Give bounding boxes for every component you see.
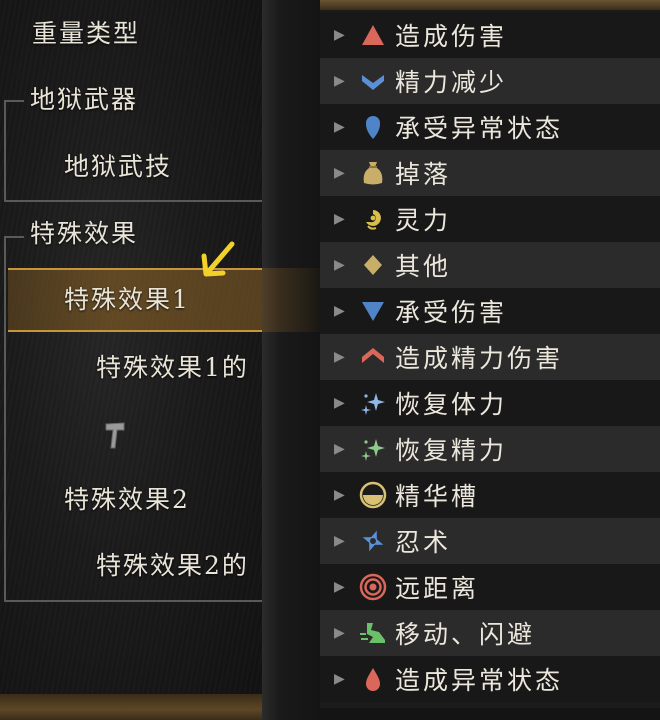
category-label: 造成伤害 xyxy=(395,22,508,51)
spirit-icon xyxy=(359,205,387,233)
category-row-long-range[interactable]: ▶ 远距离 xyxy=(320,564,660,610)
tree-connector xyxy=(4,100,6,202)
tree-item-weight-type[interactable]: 重量类型 xyxy=(32,12,140,56)
panel-divider xyxy=(262,0,320,720)
selection-glow xyxy=(262,268,320,332)
category-label: 忍术 xyxy=(395,528,452,557)
panel-bottom-bar xyxy=(0,694,262,720)
tree-item-hell-skill[interactable]: 地狱武技 xyxy=(64,145,172,189)
hammer-icon[interactable] xyxy=(104,420,126,450)
expand-arrow-icon[interactable]: ▶ xyxy=(334,656,345,702)
diamond-icon xyxy=(359,251,387,279)
expand-arrow-icon[interactable]: ▶ xyxy=(334,564,345,610)
triangle-down-icon xyxy=(359,297,387,325)
expand-arrow-icon[interactable]: ▶ xyxy=(334,104,345,150)
triangle-up-icon xyxy=(359,21,387,49)
category-row-ninjutsu[interactable]: ▶ 忍术 xyxy=(320,518,660,564)
expand-arrow-icon[interactable]: ▶ xyxy=(334,380,345,426)
category-label: 承受伤害 xyxy=(395,298,508,327)
category-row-stamina-decrease[interactable]: ▶ 精力减少 xyxy=(320,58,660,104)
expand-arrow-icon[interactable]: ▶ xyxy=(334,518,345,564)
tree-item-special-effect-2-sub[interactable]: 特殊效果2的 xyxy=(96,544,249,588)
category-row-deal-damage[interactable]: ▶ 造成伤害 xyxy=(320,12,660,58)
expand-arrow-icon[interactable]: ▶ xyxy=(334,288,345,334)
expand-arrow-icon[interactable]: ▶ xyxy=(334,472,345,518)
expand-arrow-icon[interactable]: ▶ xyxy=(334,426,345,472)
tree-item-special-effect[interactable]: 特殊效果 xyxy=(30,212,138,256)
category-label: 恢复体力 xyxy=(395,390,508,419)
tree-connector xyxy=(4,600,262,602)
essence-slot-icon xyxy=(359,481,387,509)
sparkle-blue-icon xyxy=(359,389,387,417)
category-label: 灵力 xyxy=(395,206,452,235)
sparkle-green-icon xyxy=(359,435,387,463)
category-label: 其他 xyxy=(395,252,452,281)
category-row-drop[interactable]: ▶ 掉落 xyxy=(320,150,660,196)
expand-arrow-icon[interactable]: ▶ xyxy=(334,610,345,656)
tree-connector xyxy=(4,100,24,102)
drop-icon xyxy=(359,113,387,141)
category-row-stamina-damage[interactable]: ▶ 造成精力伤害 xyxy=(320,334,660,380)
category-label: 掉落 xyxy=(395,160,452,189)
chevron-up-icon xyxy=(359,343,387,371)
chevron-down-icon xyxy=(359,67,387,95)
category-label: 恢复精力 xyxy=(395,436,508,465)
category-label: 精力减少 xyxy=(395,68,508,97)
expand-arrow-icon[interactable]: ▶ xyxy=(334,334,345,380)
expand-arrow-icon[interactable]: ▶ xyxy=(334,58,345,104)
tree-item-hell-weapon[interactable]: 地狱武器 xyxy=(30,78,138,122)
category-row-spirit[interactable]: ▶ 灵力 xyxy=(320,196,660,242)
list-bottom-strip xyxy=(320,708,660,720)
category-row-other[interactable]: ▶ 其他 xyxy=(320,242,660,288)
tree-connector xyxy=(4,200,262,202)
category-row-receive-status[interactable]: ▶ 承受异常状态 xyxy=(320,104,660,150)
category-label: 远距离 xyxy=(395,574,480,603)
category-label: 造成精力伤害 xyxy=(395,344,564,373)
category-row-receive-damage[interactable]: ▶ 承受伤害 xyxy=(320,288,660,334)
dash-icon xyxy=(359,619,387,647)
category-row-restore-health[interactable]: ▶ 恢复体力 xyxy=(320,380,660,426)
shuriken-icon xyxy=(359,527,387,555)
tree-item-special-effect-2[interactable]: 特殊效果2 xyxy=(64,478,190,522)
expand-arrow-icon[interactable]: ▶ xyxy=(334,12,345,58)
category-label: 移动、闪避 xyxy=(395,620,536,649)
expand-arrow-icon[interactable]: ▶ xyxy=(334,196,345,242)
tree-item-special-effect-1-sub[interactable]: 特殊效果1的 xyxy=(96,346,249,390)
yellow-arrow-icon xyxy=(201,241,235,277)
tree-connector xyxy=(4,236,6,600)
bag-icon xyxy=(359,159,387,187)
category-label: 承受异常状态 xyxy=(395,114,564,143)
category-row-essence-slot[interactable]: ▶ 精华槽 xyxy=(320,472,660,518)
tree-connector xyxy=(4,236,24,238)
list-top-bar xyxy=(320,0,660,10)
expand-arrow-icon[interactable]: ▶ xyxy=(334,242,345,288)
target-icon xyxy=(359,573,387,601)
expand-arrow-icon[interactable]: ▶ xyxy=(334,150,345,196)
tree-panel: 重量类型 地狱武器 地狱武技 特殊效果 特殊效果1 特殊效果1的 特殊效果2 特… xyxy=(0,0,262,720)
category-label: 造成异常状态 xyxy=(395,666,564,695)
category-list: ▶ 造成伤害 ▶ 精力减少 ▶ 承受异常状态 ▶ 掉落 ▶ 灵力 ▶ 其他 ▶ … xyxy=(320,0,660,720)
category-row-restore-stamina[interactable]: ▶ 恢复精力 xyxy=(320,426,660,472)
category-row-move-dodge[interactable]: ▶ 移动、闪避 xyxy=(320,610,660,656)
category-row-inflict-status[interactable]: ▶ 造成异常状态 xyxy=(320,656,660,702)
category-label: 精华槽 xyxy=(395,482,480,511)
blood-drop-icon xyxy=(359,665,387,693)
